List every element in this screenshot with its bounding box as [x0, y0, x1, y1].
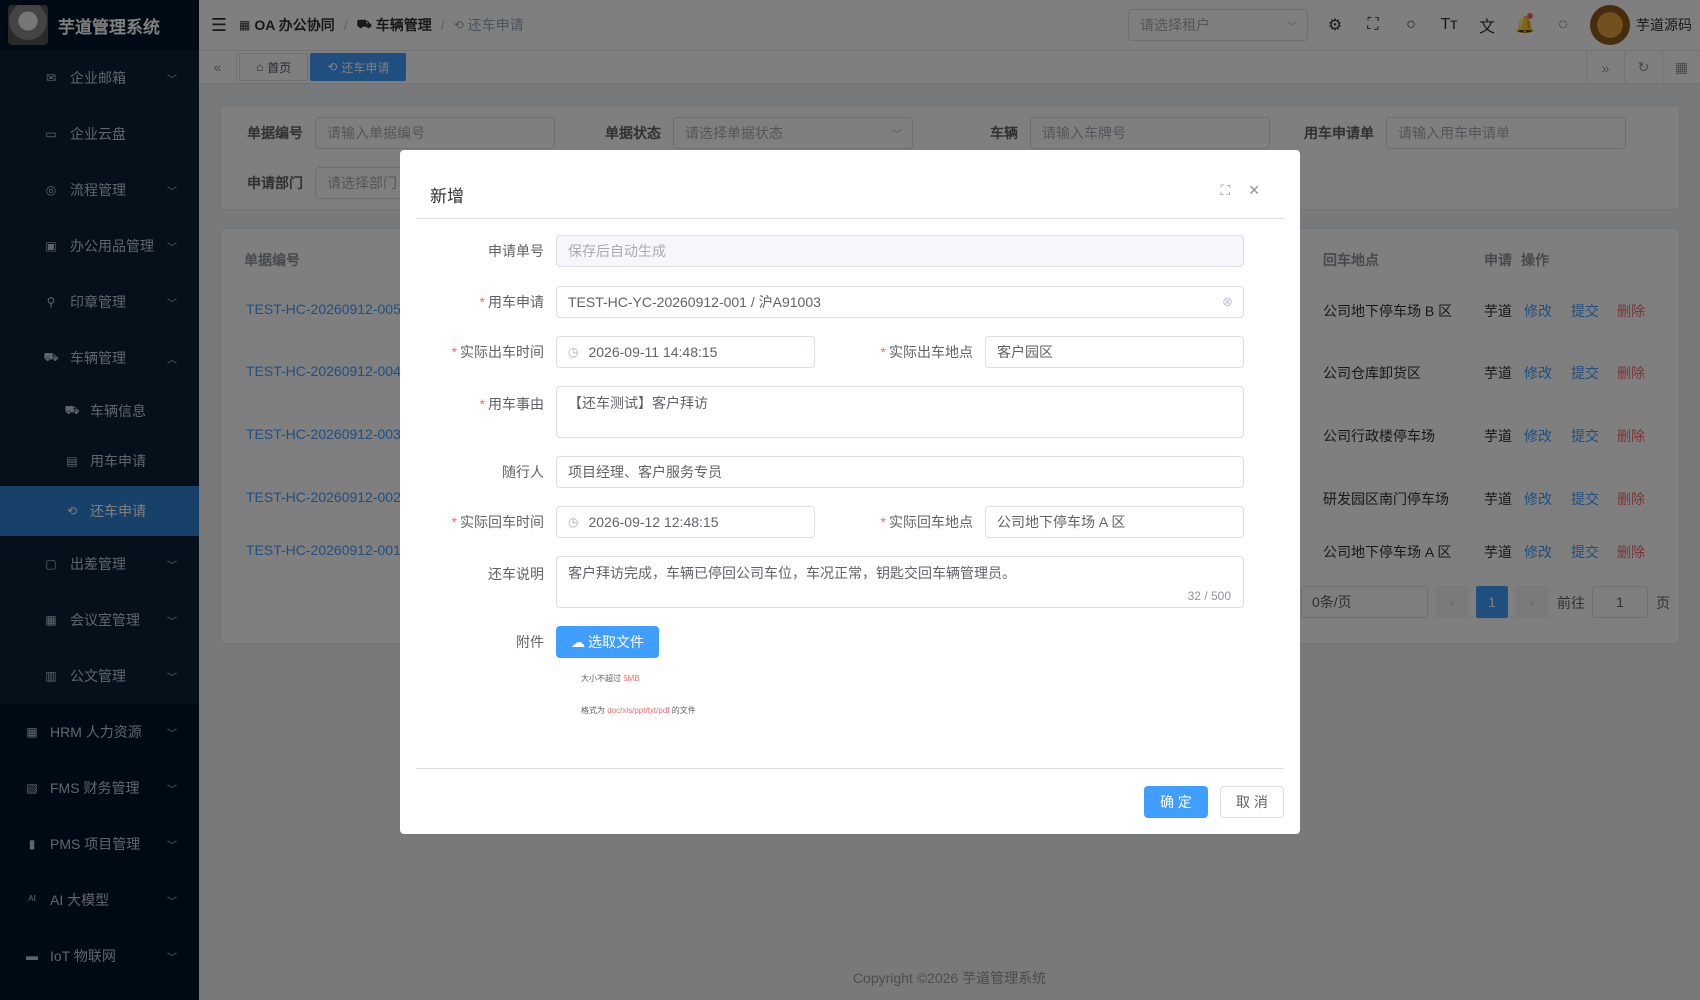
label-companion: 随行人 — [502, 464, 544, 480]
maximize-icon[interactable]: ⛶ — [1220, 182, 1230, 199]
out-time-picker[interactable]: ◷ 2026-09-11 14:48:15 — [556, 336, 815, 368]
select-file-button[interactable]: ☁ 选取文件 — [556, 626, 659, 658]
label-car-apply: * 用车申请 — [479, 294, 544, 310]
confirm-button[interactable]: 确 定 — [1144, 786, 1208, 818]
label-return-time: * 实际回车时间 — [451, 514, 544, 530]
label-reason: * 用车事由 — [479, 396, 544, 412]
size-tip: 大小不超过 5MB — [581, 674, 640, 683]
add-dialog: 新增 ⛶ ✕ 申请单号 保存后自动生成 * 用车申请 TEST-HC-YC-202… — [400, 150, 1300, 834]
upload-cloud-icon: ☁ — [571, 633, 585, 650]
reason-textarea[interactable]: 【还车测试】客户拜访 — [556, 386, 1244, 438]
companion-input[interactable]: 项目经理、客户服务专员 — [556, 456, 1244, 488]
label-out-time: * 实际出车时间 — [451, 344, 544, 360]
dialog-footer-divider — [416, 768, 1284, 769]
clock-icon: ◷ — [568, 345, 579, 359]
return-time-picker[interactable]: ◷ 2026-09-12 12:48:15 — [556, 506, 815, 538]
char-count: 32 / 500 — [1187, 589, 1231, 603]
cancel-button[interactable]: 取 消 — [1220, 786, 1284, 818]
note-textarea[interactable]: 客户拜访完成，车辆已停回公司车位，车况正常，钥匙交回车辆管理员。 32 / 500 — [556, 556, 1244, 608]
car-apply-select[interactable]: TEST-HC-YC-20260912-001 / 沪A91003 ⊗ — [556, 286, 1244, 318]
label-apply-no: 申请单号 — [488, 243, 544, 259]
label-attachment: 附件 — [516, 634, 544, 650]
format-tip: 格式为 doc/xls/ppt/txt/pdf 的文件 — [581, 706, 696, 715]
close-icon[interactable]: ✕ — [1248, 182, 1260, 199]
clock-icon: ◷ — [568, 515, 579, 529]
label-out-place: * 实际出车地点 — [880, 344, 973, 360]
dialog-header-divider — [416, 218, 1284, 219]
apply-no-input: 保存后自动生成 — [556, 235, 1244, 267]
out-place-input[interactable]: 客户园区 — [985, 336, 1244, 368]
label-return-place: * 实际回车地点 — [880, 514, 973, 530]
label-note: 还车说明 — [488, 566, 544, 582]
clear-icon[interactable]: ⊗ — [1222, 294, 1233, 310]
dialog-title: 新增 — [430, 187, 464, 206]
return-place-input[interactable]: 公司地下停车场 A 区 — [985, 506, 1244, 538]
